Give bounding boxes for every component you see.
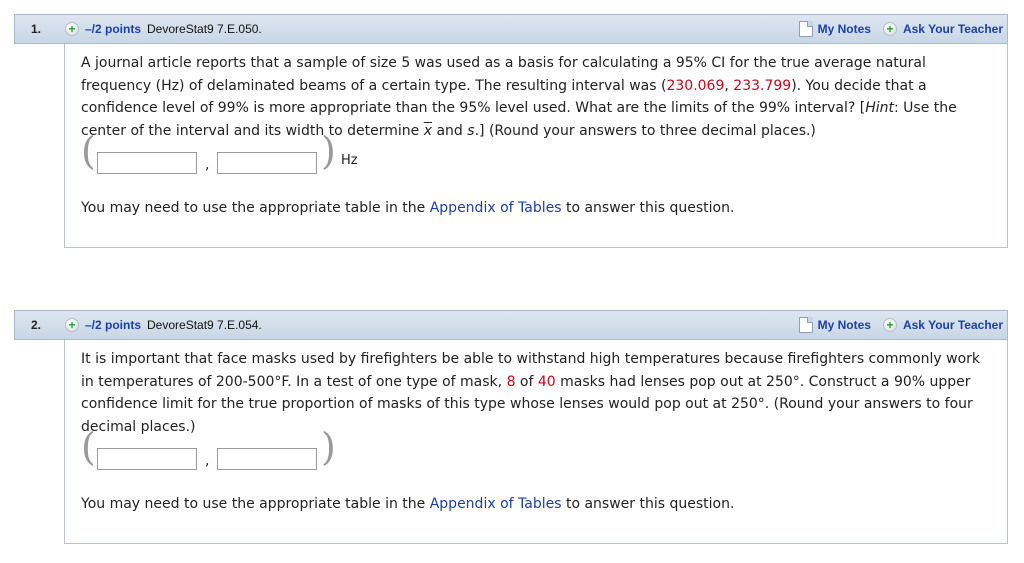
question-1: 1. + –/2 points DevoreStat9 7.E.050. My …	[14, 14, 1008, 248]
text-segment: to answer this question.	[561, 495, 735, 512]
points-label: –/2 points	[85, 318, 142, 332]
hint-label: Hint	[865, 100, 895, 116]
question-header: 2. + –/2 points DevoreStat9 7.E.054. My …	[14, 310, 1008, 340]
ask-teacher-link[interactable]: Ask Your Teacher	[903, 22, 1003, 36]
header-actions: My Notes + Ask Your Teacher	[798, 21, 1003, 37]
question-number: 1.	[31, 22, 42, 36]
answer-row: ( , )	[81, 428, 991, 484]
question-body: A journal article reports that a sample …	[64, 44, 1008, 248]
text-segment: You may need to use the appropriate tabl…	[81, 495, 430, 512]
question-text: It is important that face masks used by …	[81, 348, 991, 438]
red-value: 233.799	[733, 77, 792, 94]
text-segment: ,	[724, 77, 734, 94]
s-symbol: s	[467, 122, 475, 139]
question-text: A journal article reports that a sample …	[81, 52, 991, 142]
header-actions: My Notes + Ask Your Teacher	[798, 317, 1003, 333]
my-notes-link[interactable]: My Notes	[818, 318, 871, 332]
appendix-note: You may need to use the appropriate tabl…	[81, 197, 734, 220]
red-value: 230.069	[666, 77, 725, 94]
appendix-link[interactable]: Appendix of Tables	[430, 200, 562, 216]
right-paren: )	[321, 129, 336, 173]
text-segment: .] (Round your answers to three decimal …	[474, 122, 816, 139]
right-paren: )	[321, 425, 336, 469]
comma: ,	[205, 157, 210, 173]
question-number: 2.	[31, 318, 42, 332]
upper-limit-input[interactable]	[217, 152, 317, 174]
plus-circle-icon[interactable]: +	[65, 22, 79, 36]
question-2: 2. + –/2 points DevoreStat9 7.E.054. My …	[14, 310, 1008, 544]
text-segment: of	[515, 373, 538, 390]
lower-limit-input[interactable]	[97, 448, 197, 470]
question-code: DevoreStat9 7.E.054.	[147, 318, 262, 332]
red-value: 40	[537, 373, 556, 390]
plus-circle-icon[interactable]: +	[882, 318, 897, 332]
text-segment: You may need to use the appropriate tabl…	[81, 199, 430, 216]
text-segment: and	[432, 122, 468, 139]
answer-row: ( , ) Hz	[81, 132, 991, 188]
my-notes-link[interactable]: My Notes	[818, 22, 871, 36]
plus-circle-icon[interactable]: +	[882, 22, 897, 36]
plus-circle-icon[interactable]: +	[65, 318, 79, 332]
comma: ,	[205, 453, 210, 469]
upper-limit-input[interactable]	[217, 448, 317, 470]
appendix-link[interactable]: Appendix of Tables	[430, 496, 562, 512]
ask-teacher-link[interactable]: Ask Your Teacher	[903, 318, 1003, 332]
question-code: DevoreStat9 7.E.050.	[147, 22, 262, 36]
text-segment: to answer this question.	[561, 199, 735, 216]
question-header: 1. + –/2 points DevoreStat9 7.E.050. My …	[14, 14, 1008, 44]
left-paren: (	[81, 129, 96, 173]
xbar-symbol: x	[423, 122, 433, 139]
note-icon[interactable]	[798, 317, 813, 333]
note-icon[interactable]	[798, 21, 813, 37]
unit-label: Hz	[341, 153, 358, 168]
lower-limit-input[interactable]	[97, 152, 197, 174]
left-paren: (	[81, 425, 96, 469]
points-label: –/2 points	[85, 22, 142, 36]
question-body: It is important that face masks used by …	[64, 340, 1008, 544]
appendix-note: You may need to use the appropriate tabl…	[81, 493, 734, 516]
